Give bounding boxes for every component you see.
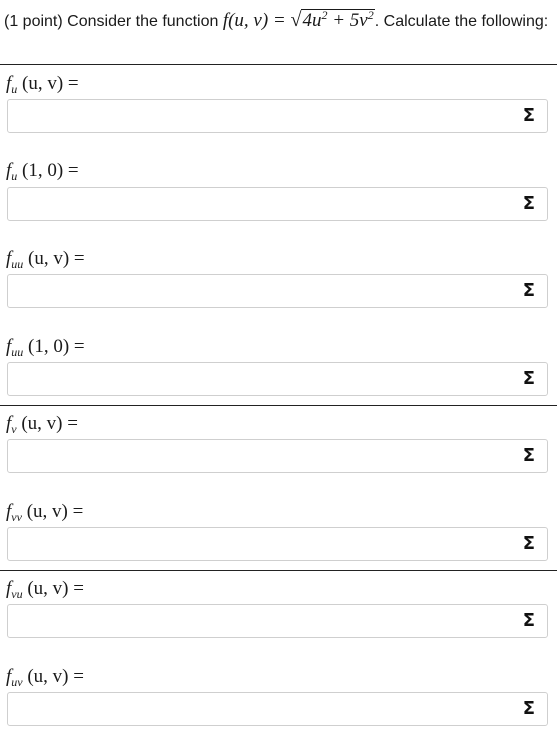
divider: [0, 405, 557, 406]
answer-field-fvu-uv[interactable]: Σ: [7, 604, 548, 638]
label-fu-uv: fu (u, v) =: [6, 73, 79, 96]
label-fuv-uv: fuv (u, v) =: [6, 666, 84, 689]
answer-field-fvv-uv[interactable]: Σ: [7, 527, 548, 561]
problem-tail: . Calculate the following:: [374, 13, 549, 30]
problem-lead: Consider the function: [67, 13, 219, 30]
sigma-icon[interactable]: Σ: [523, 105, 535, 126]
answer-field-fu-uv[interactable]: Σ: [7, 99, 548, 133]
sigma-icon[interactable]: Σ: [523, 610, 535, 631]
label-fv-uv: fv (u, v) =: [6, 413, 78, 436]
label-fvu-uv: fvu (u, v) =: [6, 578, 84, 601]
sigma-icon[interactable]: Σ: [523, 193, 535, 214]
label-fuu-uv: fuu (u, v) =: [6, 248, 85, 271]
label-fu-10: fu (1, 0) =: [6, 160, 79, 183]
answer-input[interactable]: [14, 445, 513, 469]
label-fvv-uv: fvv (u, v) =: [6, 501, 84, 524]
answer-field-fuv-uv[interactable]: Σ: [7, 692, 548, 726]
answer-input[interactable]: [14, 193, 513, 217]
answer-input[interactable]: [14, 610, 513, 634]
points-label: (1 point): [4, 13, 63, 30]
sigma-icon[interactable]: Σ: [523, 368, 535, 389]
answer-input[interactable]: [14, 105, 513, 129]
sigma-icon[interactable]: Σ: [523, 533, 535, 554]
label-fuu-10: fuu (1, 0) =: [6, 336, 85, 359]
function-definition: f(u, v) = √4u2 + 5v2: [222, 8, 375, 31]
answer-field-fu-10[interactable]: Σ: [7, 187, 548, 221]
sigma-icon[interactable]: Σ: [523, 280, 535, 301]
answer-input[interactable]: [14, 533, 513, 557]
answer-field-fuu-uv[interactable]: Σ: [7, 274, 548, 308]
answer-field-fuu-10[interactable]: Σ: [7, 362, 548, 396]
answer-input[interactable]: [14, 280, 513, 304]
sigma-icon[interactable]: Σ: [523, 698, 535, 719]
answer-input[interactable]: [14, 368, 513, 392]
answer-input[interactable]: [14, 698, 513, 722]
divider: [0, 64, 557, 65]
answer-field-fv-uv[interactable]: Σ: [7, 439, 548, 473]
sigma-icon[interactable]: Σ: [523, 445, 535, 466]
problem-statement: (1 point) Consider the function f(u, v) …: [4, 8, 554, 34]
divider: [0, 570, 557, 571]
